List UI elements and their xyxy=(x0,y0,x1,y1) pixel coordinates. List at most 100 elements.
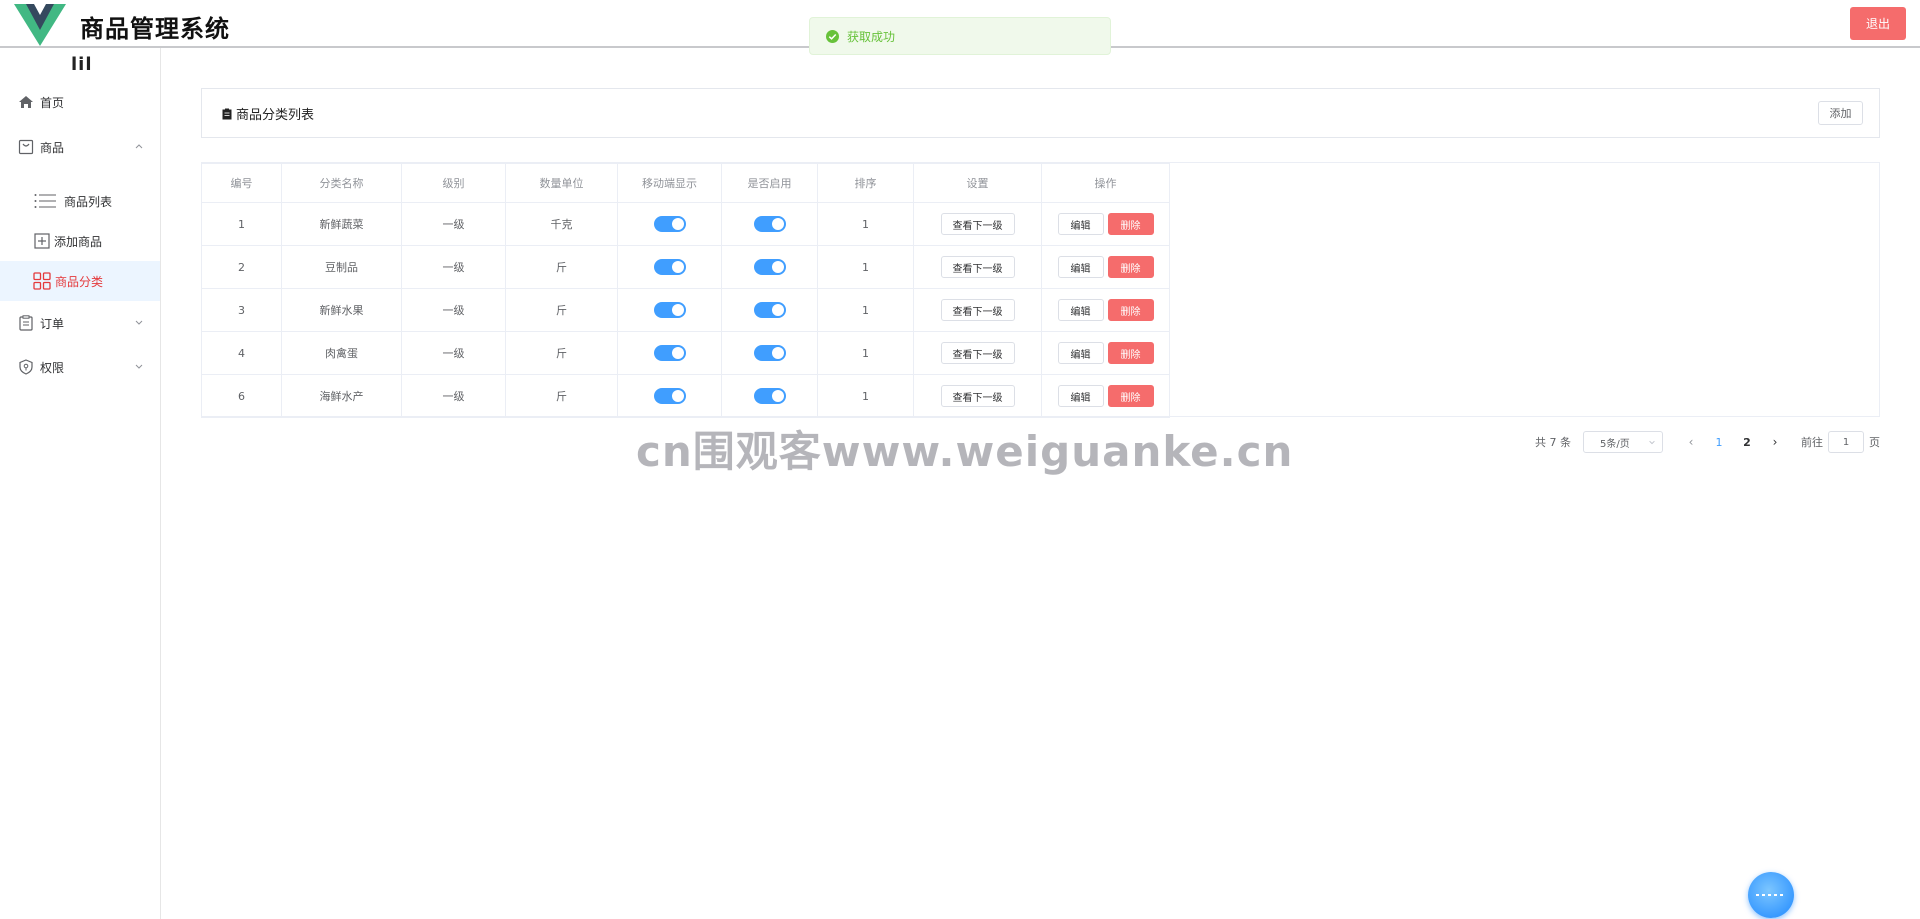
chevron-down-icon xyxy=(135,320,143,325)
mobile-show-switch[interactable] xyxy=(653,259,686,275)
goto-page-input[interactable] xyxy=(1828,431,1864,453)
cell-sort: 1 xyxy=(817,374,914,418)
goods-icon xyxy=(18,139,34,155)
table-row: 1 新鲜蔬菜 一级 千克 1 查看下一级 编辑 删除 xyxy=(201,202,1170,246)
list-icon xyxy=(34,193,56,209)
sidebar-item-label: 商品列表 xyxy=(64,194,113,209)
home-icon xyxy=(18,94,34,110)
shield-icon xyxy=(18,359,34,375)
cell-id: 3 xyxy=(201,288,282,332)
pagination-jumper: 前往 页 xyxy=(1801,431,1880,453)
enabled-switch[interactable] xyxy=(753,388,786,404)
pagination: 共 7 条 5条/页 ‹ 1 2 › 前往 页 xyxy=(1535,430,1880,454)
category-grid-icon xyxy=(33,272,51,290)
chevron-down-icon xyxy=(135,364,143,369)
delete-button[interactable]: 删除 xyxy=(1107,299,1154,321)
sidebar: lil 首页 商品 商品列表 添加商品 商品分类 订单 权限 xyxy=(0,48,161,919)
toast-message: 获取成功 xyxy=(847,29,896,44)
enabled-switch[interactable] xyxy=(753,345,786,361)
cell-name: 新鲜蔬菜 xyxy=(281,202,402,246)
sidebar-collapse-toggle[interactable]: lil xyxy=(71,54,93,75)
chevron-up-icon xyxy=(135,144,143,149)
edit-button[interactable]: 编辑 xyxy=(1057,299,1104,321)
plus-square-icon xyxy=(34,233,50,249)
view-sublevel-button[interactable]: 查看下一级 xyxy=(940,385,1015,407)
cell-id: 1 xyxy=(201,202,282,246)
cell-level: 一级 xyxy=(401,245,506,289)
column-header: 操作 xyxy=(1041,163,1170,203)
cell-sort: 1 xyxy=(817,245,914,289)
logout-button[interactable]: 退出 xyxy=(1850,7,1906,40)
mobile-show-switch[interactable] xyxy=(653,345,686,361)
edit-button[interactable]: 编辑 xyxy=(1057,256,1104,278)
category-table-container: 编号 分类名称 级别 数量单位 移动端显示 是否启用 排序 设置 操作 1 新鲜… xyxy=(201,162,1880,418)
view-sublevel-button[interactable]: 查看下一级 xyxy=(940,213,1015,235)
page-number[interactable]: 2 xyxy=(1733,436,1761,449)
sidebar-item-home[interactable]: 首页 xyxy=(0,82,160,122)
mobile-show-switch[interactable] xyxy=(653,302,686,318)
column-header: 排序 xyxy=(817,163,914,203)
prev-page-icon[interactable]: ‹ xyxy=(1677,435,1705,449)
edit-button[interactable]: 编辑 xyxy=(1057,385,1104,407)
view-sublevel-button[interactable]: 查看下一级 xyxy=(940,342,1015,364)
sidebar-item-add-goods[interactable]: 添加商品 xyxy=(0,221,160,261)
cell-level: 一级 xyxy=(401,288,506,332)
column-header: 数量单位 xyxy=(505,163,618,203)
delete-button[interactable]: 删除 xyxy=(1107,385,1154,407)
cell-sort: 1 xyxy=(817,202,914,246)
page-size-value: 5条/页 xyxy=(1600,438,1630,450)
edit-button[interactable]: 编辑 xyxy=(1057,342,1104,364)
sidebar-item-goods-category[interactable]: 商品分类 xyxy=(0,261,160,301)
sidebar-item-label: 首页 xyxy=(40,95,65,110)
sidebar-item-label: 添加商品 xyxy=(54,234,103,249)
floating-assistant-button[interactable] xyxy=(1748,872,1794,918)
next-page-icon[interactable]: › xyxy=(1761,435,1789,449)
mobile-show-switch[interactable] xyxy=(653,216,686,232)
delete-button[interactable]: 删除 xyxy=(1107,342,1154,364)
table-row: 3 新鲜水果 一级 斤 1 查看下一级 编辑 删除 xyxy=(201,288,1170,332)
delete-button[interactable]: 删除 xyxy=(1107,213,1154,235)
table-row: 4 肉禽蛋 一级 斤 1 查看下一级 编辑 删除 xyxy=(201,331,1170,375)
enabled-switch[interactable] xyxy=(753,259,786,275)
cell-name: 豆制品 xyxy=(281,245,402,289)
column-header: 编号 xyxy=(201,163,282,203)
cell-unit: 斤 xyxy=(505,331,618,375)
mobile-show-switch[interactable] xyxy=(653,388,686,404)
pagination-total: 共 7 条 xyxy=(1535,436,1571,449)
table-header-row: 编号 分类名称 级别 数量单位 移动端显示 是否启用 排序 设置 操作 xyxy=(201,163,1170,203)
cell-unit: 斤 xyxy=(505,245,618,289)
column-header: 是否启用 xyxy=(721,163,818,203)
enabled-switch[interactable] xyxy=(753,302,786,318)
cell-name: 海鲜水产 xyxy=(281,374,402,418)
cell-unit: 斤 xyxy=(505,288,618,332)
view-sublevel-button[interactable]: 查看下一级 xyxy=(940,256,1015,278)
category-list-card: 商品分类列表 添加 xyxy=(201,88,1880,138)
delete-button[interactable]: 删除 xyxy=(1107,256,1154,278)
sidebar-item-goods[interactable]: 商品 xyxy=(0,127,160,167)
column-header: 分类名称 xyxy=(281,163,402,203)
page-size-select[interactable]: 5条/页 xyxy=(1583,431,1663,453)
document-icon xyxy=(222,108,232,119)
cell-level: 一级 xyxy=(401,374,506,418)
cell-unit: 斤 xyxy=(505,374,618,418)
vue-logo-icon xyxy=(14,4,66,46)
page-number[interactable]: 1 xyxy=(1705,436,1733,449)
sidebar-item-permissions[interactable]: 权限 xyxy=(0,347,160,387)
success-toast: 获取成功 xyxy=(809,17,1111,55)
view-sublevel-button[interactable]: 查看下一级 xyxy=(940,299,1015,321)
cell-id: 4 xyxy=(201,331,282,375)
sidebar-item-goods-list[interactable]: 商品列表 xyxy=(0,181,160,221)
cell-id: 6 xyxy=(201,374,282,418)
success-check-icon xyxy=(826,29,839,43)
card-title-text: 商品分类列表 xyxy=(236,108,315,123)
cell-name: 肉禽蛋 xyxy=(281,331,402,375)
sidebar-item-label: 商品分类 xyxy=(55,274,104,289)
sidebar-item-label: 商品 xyxy=(40,140,65,155)
clipboard-icon xyxy=(18,315,34,331)
cell-id: 2 xyxy=(201,245,282,289)
edit-button[interactable]: 编辑 xyxy=(1057,213,1104,235)
enabled-switch[interactable] xyxy=(753,216,786,232)
column-header: 设置 xyxy=(913,163,1042,203)
add-category-button[interactable]: 添加 xyxy=(1818,101,1863,125)
sidebar-item-orders[interactable]: 订单 xyxy=(0,303,160,343)
